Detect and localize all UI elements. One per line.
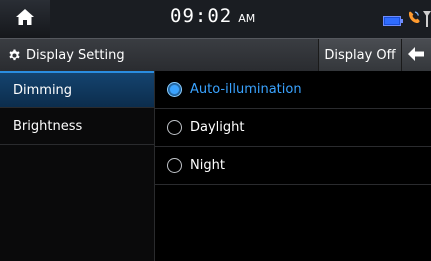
head-unit-screen: 09:02 AM Display Setting Display Off Dim… — [0, 0, 431, 261]
signal-icon — [423, 9, 431, 31]
gear-icon — [8, 49, 21, 62]
status-icons — [383, 9, 431, 31]
back-button[interactable] — [401, 39, 431, 71]
clock-time: 09:02 — [170, 5, 233, 27]
option-label: Daylight — [190, 120, 245, 135]
option-night[interactable]: Night — [155, 147, 431, 185]
title-label: Display Setting — [26, 47, 125, 63]
title-bar: Display Setting Display Off — [0, 38, 431, 72]
home-button[interactable] — [0, 0, 50, 38]
bluetooth-phone-icon — [406, 10, 420, 30]
display-off-button[interactable]: Display Off — [318, 39, 401, 71]
menu-item-label: Dimming — [13, 82, 73, 98]
menu-item-dimming[interactable]: Dimming — [0, 71, 154, 108]
back-arrow-icon — [408, 46, 424, 65]
side-menu: Dimming Brightness — [0, 71, 155, 261]
menu-item-label: Brightness — [13, 118, 83, 134]
radio-selected-icon[interactable] — [167, 82, 182, 97]
status-bar: 09:02 AM — [0, 0, 431, 38]
option-auto-illumination[interactable]: Auto-illumination — [155, 71, 431, 109]
radio-icon[interactable] — [167, 158, 182, 173]
clock-ampm: AM — [238, 12, 256, 25]
radio-icon[interactable] — [167, 120, 182, 135]
clock: 09:02 AM — [170, 5, 255, 33]
option-daylight[interactable]: Daylight — [155, 109, 431, 147]
content-area: Dimming Brightness Auto-illumination Day… — [0, 71, 431, 261]
dimming-options: Auto-illumination Daylight Night — [155, 71, 431, 261]
battery-icon — [383, 11, 403, 30]
option-label: Auto-illumination — [190, 82, 302, 97]
menu-item-brightness[interactable]: Brightness — [0, 108, 154, 145]
option-label: Night — [190, 158, 225, 173]
home-icon — [15, 8, 35, 30]
page-title: Display Setting — [8, 39, 125, 71]
